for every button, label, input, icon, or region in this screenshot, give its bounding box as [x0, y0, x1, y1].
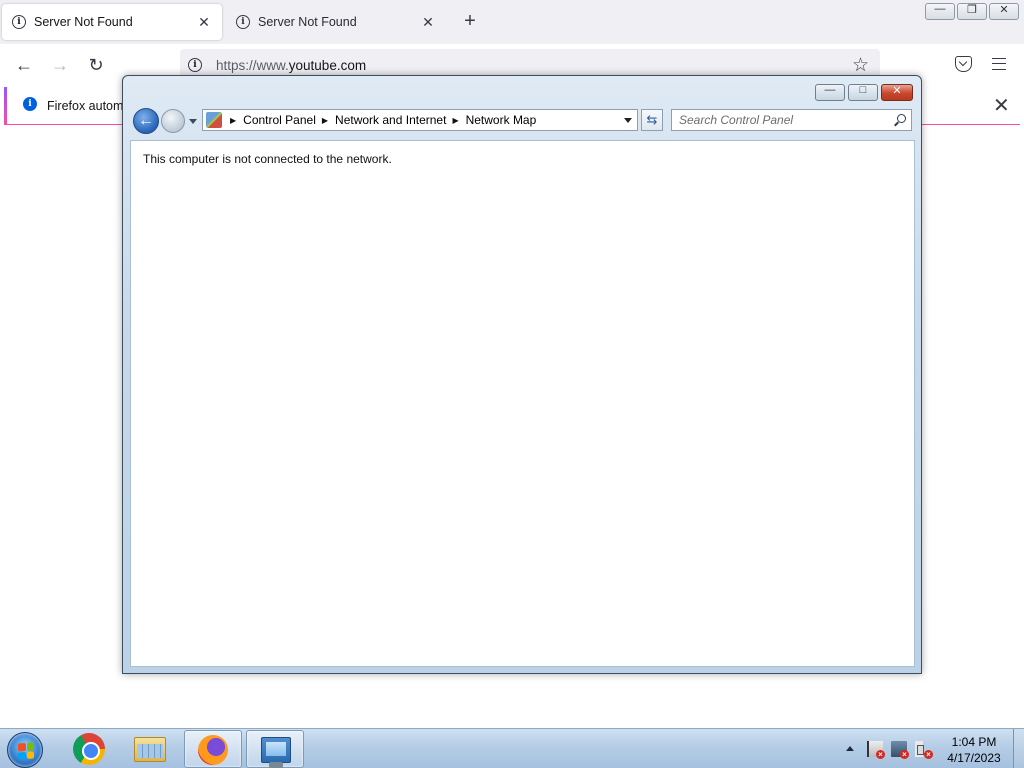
info-icon: i	[236, 15, 250, 29]
tab-close-icon[interactable]: ✕	[420, 14, 436, 31]
tab-close-icon[interactable]: ✕	[196, 14, 212, 31]
firefox-icon	[198, 735, 228, 765]
breadcrumb-chevron-icon[interactable]: ▶	[452, 116, 458, 125]
network-map-window: — □ ✕ ← ▶ Control Panel ▶ Network and In…	[122, 75, 922, 674]
minimize-icon: —	[824, 84, 836, 96]
windows-logo-icon	[18, 742, 34, 760]
info-icon: i	[12, 15, 26, 29]
error-badge-icon: ×	[900, 750, 909, 759]
file-explorer-icon	[134, 737, 166, 762]
minimize-icon: —	[934, 3, 946, 15]
hamburger-menu-icon[interactable]	[992, 58, 1006, 70]
volume-muted-icon[interactable]: ×	[915, 741, 933, 759]
chrome-icon	[73, 733, 105, 765]
clock-time: 1:04 PM	[951, 735, 997, 749]
search-input[interactable]	[672, 110, 882, 130]
close-icon: ✕	[999, 4, 1009, 16]
error-badge-icon: ×	[876, 750, 885, 759]
network-map-icon	[261, 737, 291, 768]
close-icon: ✕	[892, 85, 902, 97]
control-panel-icon	[206, 112, 222, 128]
breadcrumb-network-map[interactable]: Network Map	[466, 113, 537, 127]
maximize-button[interactable]: □	[848, 84, 878, 101]
tab-title: Server Not Found	[34, 15, 133, 29]
firefox-tab-bar: i Server Not Found ✕ i Server Not Found …	[0, 0, 1024, 44]
notification-text: Firefox automa	[47, 99, 131, 113]
start-button[interactable]	[7, 732, 43, 768]
network-map-content: This computer is not connected to the ne…	[130, 140, 915, 667]
system-clock[interactable]: 1:04 PM 4/17/2023	[940, 734, 1008, 766]
tab-server-not-found-1[interactable]: i Server Not Found ✕	[2, 4, 222, 40]
taskbar-file-explorer[interactable]	[122, 730, 180, 768]
action-center-flag-icon[interactable]: ×	[867, 741, 885, 759]
network-disconnected-icon[interactable]: ×	[891, 741, 909, 759]
url-host: youtube.com	[288, 57, 367, 73]
address-bar[interactable]: ▶ Control Panel ▶ Network and Internet ▶…	[202, 109, 638, 131]
breadcrumb-chevron-icon[interactable]: ▶	[322, 116, 328, 125]
search-box[interactable]	[671, 109, 912, 131]
back-arrow-icon[interactable]: ←	[133, 108, 159, 134]
restore-button[interactable]: ❐	[957, 3, 987, 20]
taskbar-firefox[interactable]	[184, 730, 242, 768]
restore-icon: ❐	[967, 4, 977, 16]
clock-date: 4/17/2023	[947, 751, 1001, 765]
address-dropdown-icon[interactable]	[624, 118, 632, 123]
breadcrumb-chevron-icon[interactable]: ▶	[230, 116, 236, 125]
not-connected-message: This computer is not connected to the ne…	[143, 152, 392, 166]
pocket-icon[interactable]	[955, 56, 972, 72]
error-badge-icon: ×	[924, 750, 933, 759]
tab-server-not-found-2[interactable]: i Server Not Found ✕	[226, 4, 446, 40]
info-icon: i	[23, 97, 37, 111]
new-tab-button[interactable]: +	[458, 10, 482, 34]
minimize-button[interactable]: —	[925, 3, 955, 20]
close-icon[interactable]: ✕	[993, 93, 1010, 118]
breadcrumb-network-and-internet[interactable]: Network and Internet	[335, 113, 446, 127]
taskbar: × × × 1:04 PM 4/17/2023	[0, 728, 1024, 768]
taskbar-network-map[interactable]	[246, 730, 304, 768]
url-prefix: https://www.	[216, 57, 289, 73]
close-button[interactable]: ✕	[989, 3, 1019, 20]
show-desktop-button[interactable]	[1013, 729, 1024, 768]
search-icon[interactable]	[897, 114, 906, 123]
bookmark-star-icon[interactable]: ☆	[852, 54, 869, 77]
maximize-icon: □	[859, 84, 867, 96]
url-text[interactable]: https://www.youtube.com	[216, 58, 366, 73]
site-info-icon[interactable]: i	[188, 58, 202, 72]
refresh-icon[interactable]: ⇆	[641, 109, 663, 131]
show-hidden-icons-arrow-icon[interactable]	[846, 746, 854, 751]
taskbar-chrome[interactable]	[60, 730, 118, 768]
forward-arrow-icon[interactable]	[161, 109, 185, 133]
reload-icon[interactable]: ↻	[84, 54, 108, 78]
forward-arrow-icon[interactable]: →	[48, 54, 72, 78]
tab-title: Server Not Found	[258, 15, 357, 29]
minimize-button[interactable]: —	[815, 84, 845, 101]
recent-pages-dropdown-icon[interactable]	[189, 119, 197, 124]
breadcrumb-control-panel[interactable]: Control Panel	[243, 113, 316, 127]
back-arrow-icon[interactable]: ←	[12, 54, 36, 78]
close-button[interactable]: ✕	[881, 84, 913, 101]
